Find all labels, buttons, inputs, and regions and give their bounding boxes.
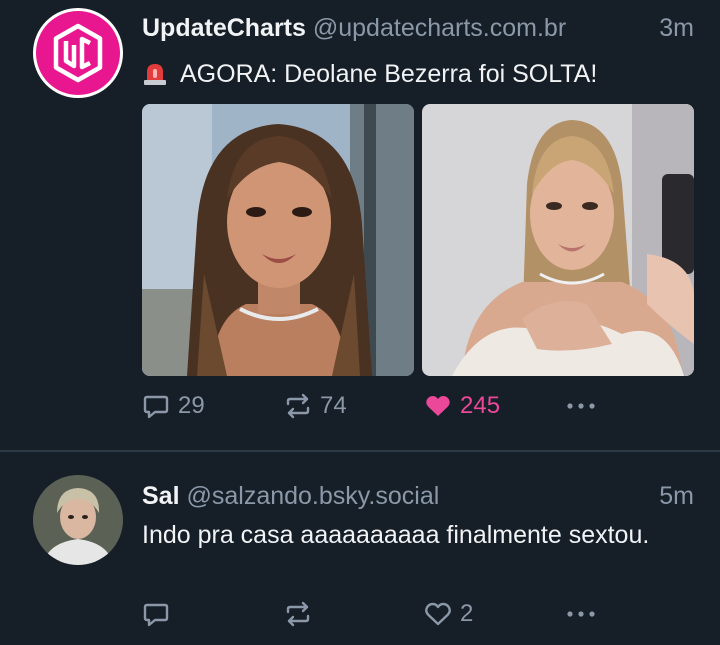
avatar[interactable] xyxy=(33,8,123,98)
more-options-button[interactable] xyxy=(564,600,598,628)
post-time[interactable]: 5m xyxy=(659,482,694,511)
like-button[interactable]: 245 xyxy=(424,392,500,420)
reply-button[interactable] xyxy=(142,600,178,628)
more-dots-icon xyxy=(567,403,595,409)
more-dots-icon xyxy=(567,611,595,617)
post-header: UpdateCharts @updatecharts.com.br xyxy=(142,14,566,43)
post-image-1[interactable] xyxy=(142,104,414,376)
avatar[interactable] xyxy=(33,475,123,565)
more-options-button[interactable] xyxy=(564,392,598,420)
repost-button[interactable] xyxy=(284,600,320,628)
repost-icon xyxy=(286,393,310,419)
reply-button[interactable]: 29 xyxy=(142,392,205,420)
photo-woman-blonde-hair xyxy=(422,104,694,376)
author-handle[interactable]: @updatecharts.com.br xyxy=(313,14,566,42)
like-count: 2 xyxy=(460,600,474,627)
post-header: Sal @salzando.bsky.social xyxy=(142,482,439,511)
repost-button[interactable]: 74 xyxy=(284,392,347,420)
reply-count: 29 xyxy=(178,392,205,419)
post-actions: 29 74 245 xyxy=(142,392,622,432)
siren-icon xyxy=(144,64,166,85)
repost-icon xyxy=(286,601,310,627)
author-name[interactable]: UpdateCharts xyxy=(142,14,306,42)
avatar-photo-person xyxy=(33,475,123,565)
repost-count: 74 xyxy=(320,392,347,419)
author-handle[interactable]: @salzando.bsky.social xyxy=(186,482,439,510)
post-image-2[interactable] xyxy=(422,104,694,376)
post-text: Indo pra casa aaaaaaaaaa finalmente sext… xyxy=(142,521,650,549)
heart-outline-icon xyxy=(425,602,451,626)
post-updatecharts[interactable]: UpdateCharts @updatecharts.com.br 3m AGO… xyxy=(0,0,720,450)
heart-filled-icon xyxy=(426,396,450,416)
post-text-content: AGORA: Deolane Bezerra foi SOLTA! xyxy=(180,60,598,88)
post-actions: 2 xyxy=(142,600,622,640)
post-text: AGORA: Deolane Bezerra foi SOLTA! xyxy=(142,56,597,92)
reply-icon xyxy=(143,395,169,419)
post-time[interactable]: 3m xyxy=(659,14,694,43)
like-count: 245 xyxy=(460,392,501,419)
reply-icon xyxy=(143,603,169,627)
photo-woman-dark-hair xyxy=(142,104,414,376)
uc-logo-icon xyxy=(53,23,103,83)
author-name[interactable]: Sal xyxy=(142,482,180,510)
like-button[interactable]: 2 xyxy=(424,600,473,628)
